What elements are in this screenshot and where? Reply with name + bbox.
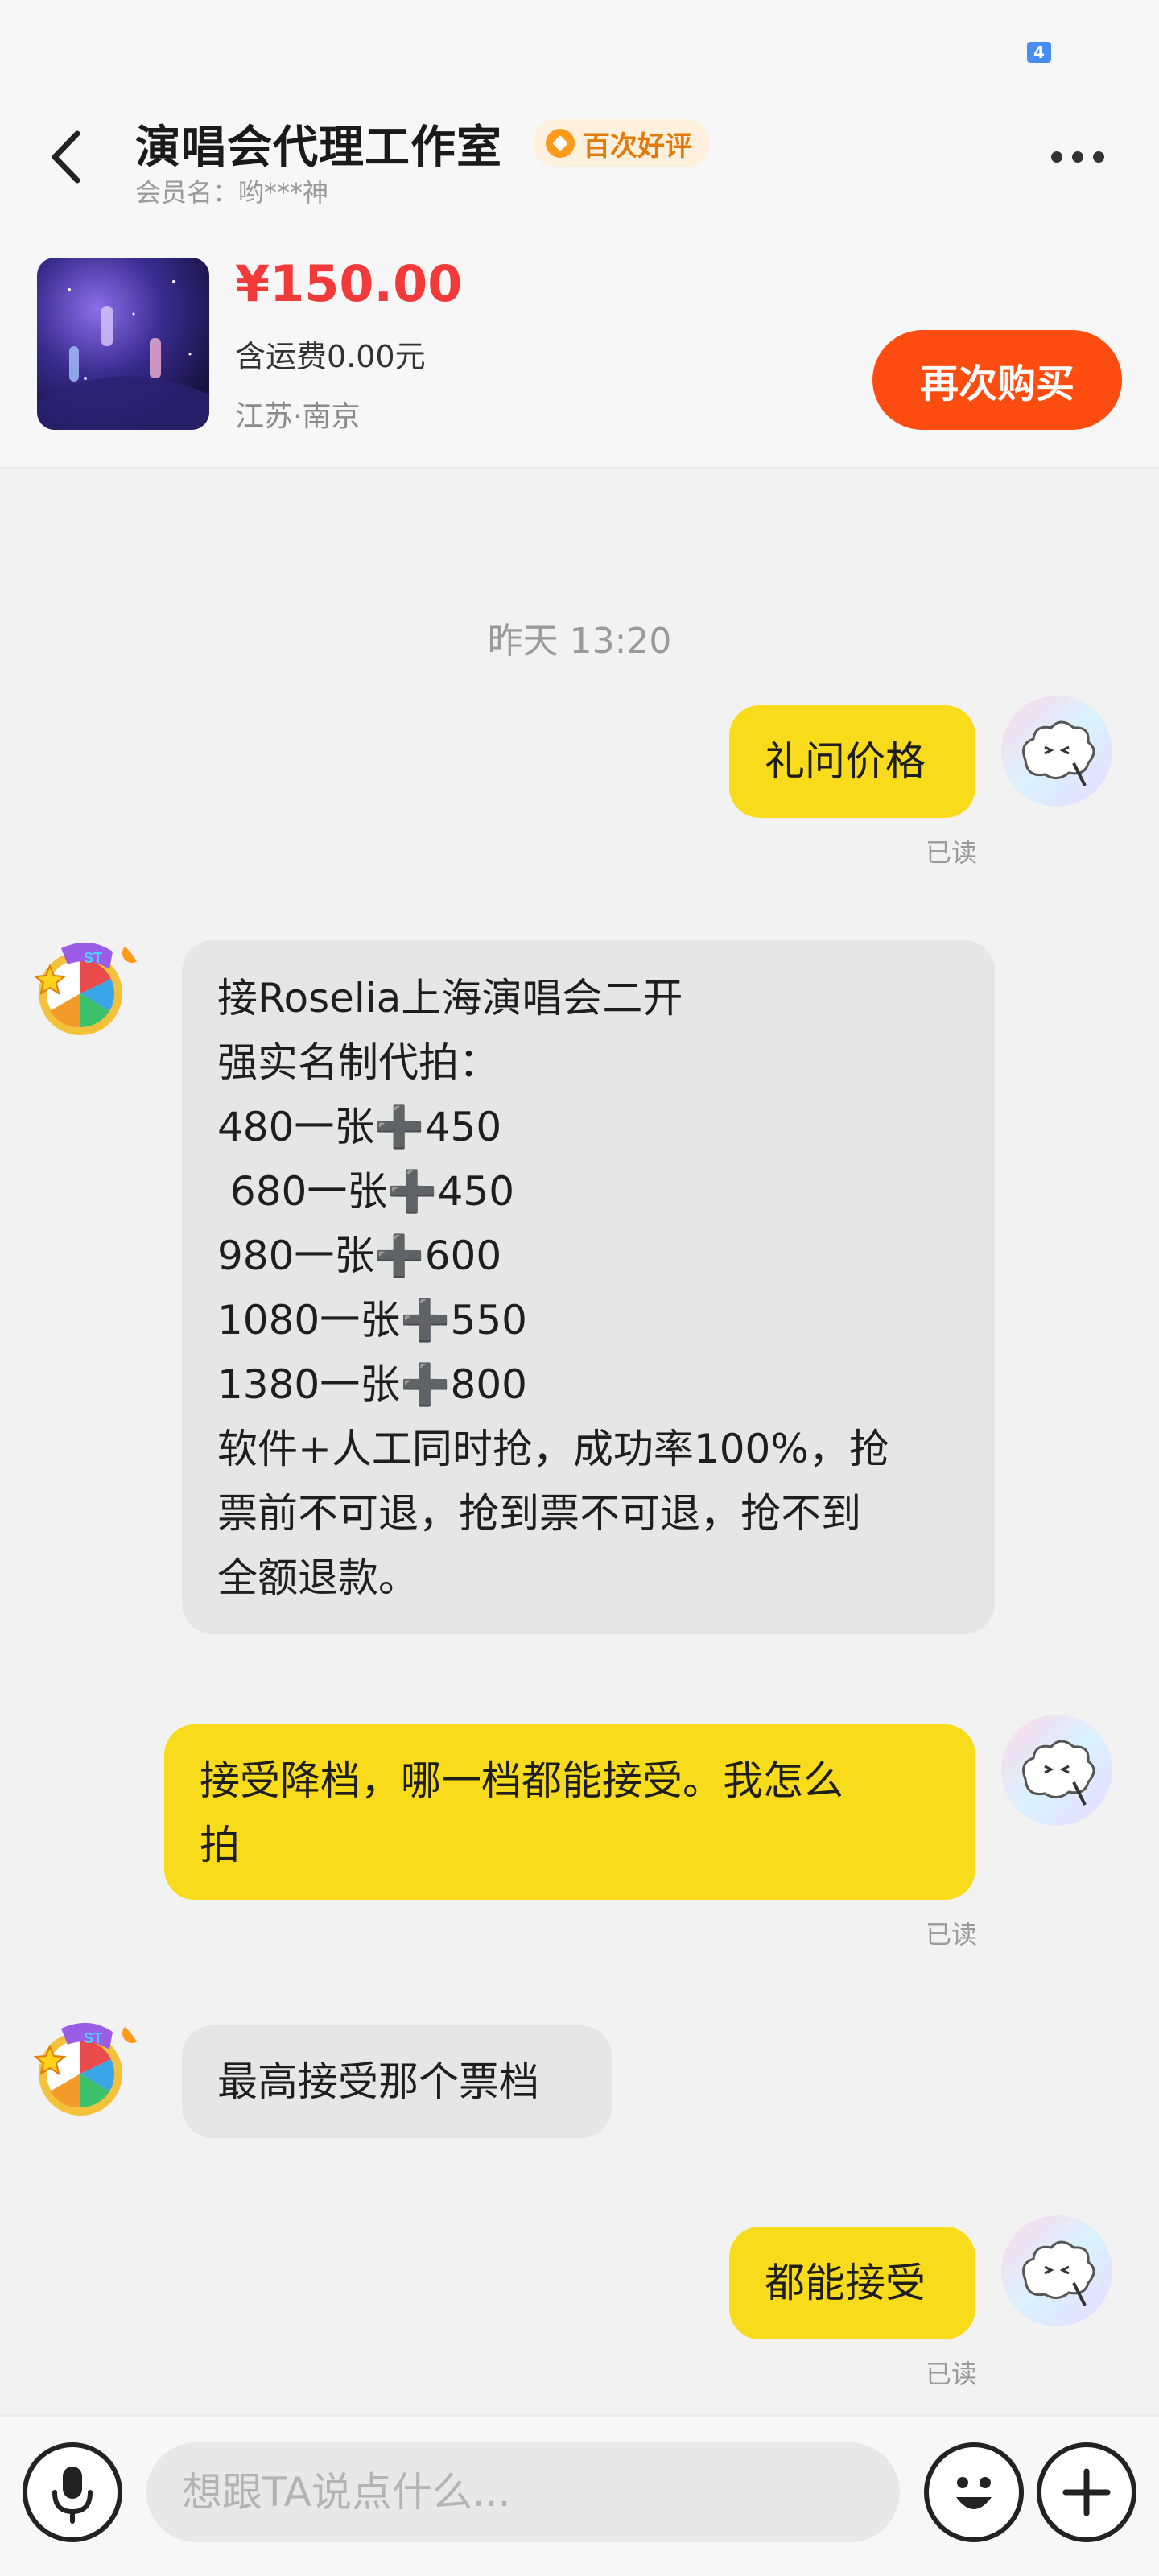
mascot-avatar-icon: ST [33, 2022, 142, 2116]
my-avatar[interactable] [1001, 2215, 1112, 2326]
message-text: 最高接受那个票档 [217, 2058, 539, 2105]
message-text: 票前不可退，抢到票不可退，抢不到 [217, 1490, 861, 1537]
cloud-avatar-icon [1001, 2215, 1112, 2326]
message-text: 软件+人工同时抢，成功率100%，抢 [217, 1426, 889, 1472]
cloud-avatar-icon [1001, 696, 1112, 807]
add-attachment-button[interactable] [1037, 2442, 1136, 2542]
badge-text: 百次好评 [583, 130, 692, 163]
smiley-icon [956, 2477, 992, 2509]
message-bubble-outgoing[interactable]: 礼问价格 [729, 705, 975, 818]
message-input[interactable] [146, 2442, 900, 2542]
message-text: 接Roselia上海演唱会二开 [217, 975, 683, 1022]
mascot-avatar-icon: ST [33, 942, 142, 1035]
more-options-button[interactable] [1051, 137, 1116, 177]
svg-text:ST: ST [84, 2030, 102, 2046]
shop-name[interactable]: 演唱会代理工作室 [135, 111, 502, 176]
more-dot-icon [1072, 151, 1083, 163]
member-name: 会员名：哟***神 [135, 177, 329, 208]
shipping-fee: 含运费0.00元 [235, 339, 426, 374]
buy-again-button[interactable]: 再次购买 [872, 330, 1122, 430]
plus-icon [1062, 2468, 1111, 2516]
message-text: 接受降档，哪一档都能接受。我怎么 [200, 1757, 843, 1804]
back-button[interactable] [42, 121, 90, 193]
my-avatar[interactable] [1001, 696, 1112, 807]
product-price: ¥150.00 [235, 254, 463, 313]
seller-avatar[interactable]: ST [32, 2013, 143, 2124]
message-bubble-incoming[interactable]: 最高接受那个票档 [182, 2025, 612, 2138]
message-text: 1380一张➕800 [217, 1361, 527, 1408]
notification-status-icon: 4 [1027, 42, 1051, 63]
message-text: 都能接受 [765, 2260, 926, 2306]
message-text: 680一张➕450 [217, 1168, 515, 1215]
chat-page: 4 演唱会代理工作室 百次好评 会员名：哟***神 ¥150.00 含运费0.0… [0, 0, 1159, 2576]
my-avatar[interactable] [1001, 1715, 1112, 1826]
product-location: 江苏·南京 [235, 400, 361, 433]
emoji-button[interactable] [924, 2442, 1024, 2542]
message-bubble-outgoing[interactable]: 都能接受 [729, 2227, 975, 2339]
product-thumbnail[interactable] [37, 258, 209, 430]
message-input-bar [0, 2415, 1159, 2576]
rating-badge: 百次好评 [533, 119, 710, 167]
read-receipt: 已读 [925, 837, 977, 868]
badge-icon [546, 129, 575, 158]
more-dot-icon [1093, 151, 1104, 163]
microphone-icon [52, 2467, 93, 2524]
seller-avatar[interactable]: ST [32, 932, 143, 1043]
voice-button[interactable] [23, 2442, 122, 2542]
message-text: 礼问价格 [765, 738, 926, 785]
chat-header: 4 演唱会代理工作室 百次好评 会员名：哟***神 ¥150.00 含运费0.0… [0, 0, 1159, 469]
message-text: 480一张➕450 [217, 1104, 502, 1150]
message-bubble-incoming[interactable]: 接Roselia上海演唱会二开 强实名制代拍： 480一张➕450 680一张➕… [182, 940, 995, 1634]
message-text: 980一张➕600 [217, 1232, 502, 1279]
read-receipt: 已读 [925, 2359, 977, 2389]
message-bubble-outgoing[interactable]: 接受降档，哪一档都能接受。我怎么 拍 [164, 1724, 975, 1900]
cloud-avatar-icon [1001, 1715, 1112, 1826]
chat-timestamp: 昨天 13:20 [487, 621, 672, 662]
chevron-left-icon [52, 130, 80, 184]
more-dot-icon [1051, 151, 1062, 163]
message-text: 拍 [200, 1822, 240, 1868]
message-text: 强实名制代拍： [217, 1039, 499, 1086]
message-text: 全额退款。 [217, 1554, 419, 1601]
message-text: 1080一张➕550 [217, 1297, 527, 1344]
read-receipt: 已读 [925, 1919, 977, 1950]
svg-text:ST: ST [84, 950, 102, 966]
